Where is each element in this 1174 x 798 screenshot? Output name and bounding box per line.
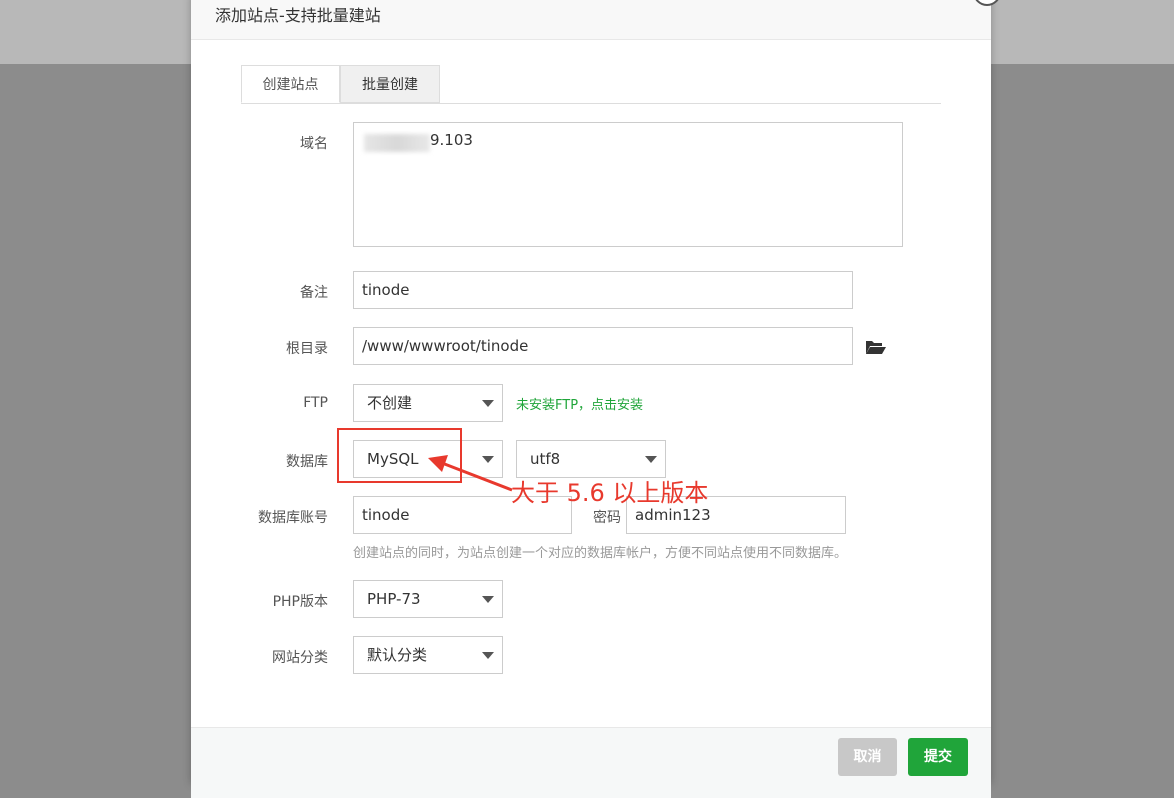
chevron-down-icon	[482, 652, 494, 659]
category-select[interactable]: 默认分类	[353, 636, 503, 674]
ftp-label: FTP	[303, 395, 328, 411]
chevron-down-icon	[482, 596, 494, 603]
root-dir-input[interactable]: /www/wwwroot/tinode	[353, 327, 853, 365]
tab-create-site[interactable]: 创建站点	[241, 65, 340, 103]
category-selected: 默认分类	[367, 646, 428, 664]
php-version-label: PHP版本	[272, 594, 328, 610]
folder-open-icon[interactable]	[865, 338, 887, 356]
category-label: 网站分类	[272, 650, 328, 666]
ftp-install-link[interactable]: 未安装FTP，点击安装	[516, 394, 643, 413]
php-version-select[interactable]: PHP-73	[353, 580, 503, 618]
annotation-highlight-box	[337, 428, 462, 483]
php-version-selected: PHP-73	[367, 590, 421, 608]
remark-input[interactable]: tinode	[353, 271, 853, 309]
domain-label: 域名	[300, 136, 328, 152]
chevron-down-icon	[482, 456, 494, 463]
database-charset-selected: utf8	[530, 450, 561, 468]
ftp-selected: 不创建	[367, 394, 413, 412]
database-label: 数据库	[286, 454, 328, 470]
domain-value: 9.103	[430, 131, 473, 149]
dialog-title: 添加站点-支持批量建站	[215, 6, 381, 25]
tab-batch-create[interactable]: 批量创建	[340, 65, 440, 103]
cancel-button[interactable]: 取消	[838, 738, 897, 776]
tab-bar: 创建站点 批量创建	[241, 65, 941, 104]
chevron-down-icon	[645, 456, 657, 463]
submit-button[interactable]: 提交	[908, 738, 968, 776]
db-account-label: 数据库账号	[258, 510, 328, 526]
db-password-label: 密码	[593, 510, 621, 526]
chevron-down-icon	[482, 400, 494, 407]
annotation-text: 大于 5.6 以上版本	[511, 479, 709, 507]
redacted-blur	[364, 134, 430, 152]
db-account-hint: 创建站点的同时，为站点创建一个对应的数据库帐户，方便不同站点使用不同数据库。	[353, 546, 848, 561]
root-dir-label: 根目录	[286, 341, 328, 357]
remark-label: 备注	[300, 285, 328, 301]
dialog-footer: 取消 提交	[191, 727, 991, 798]
domain-textarea[interactable]: 9.103	[353, 122, 903, 247]
ftp-select[interactable]: 不创建	[353, 384, 503, 422]
dialog-header: 添加站点-支持批量建站	[191, 0, 991, 40]
